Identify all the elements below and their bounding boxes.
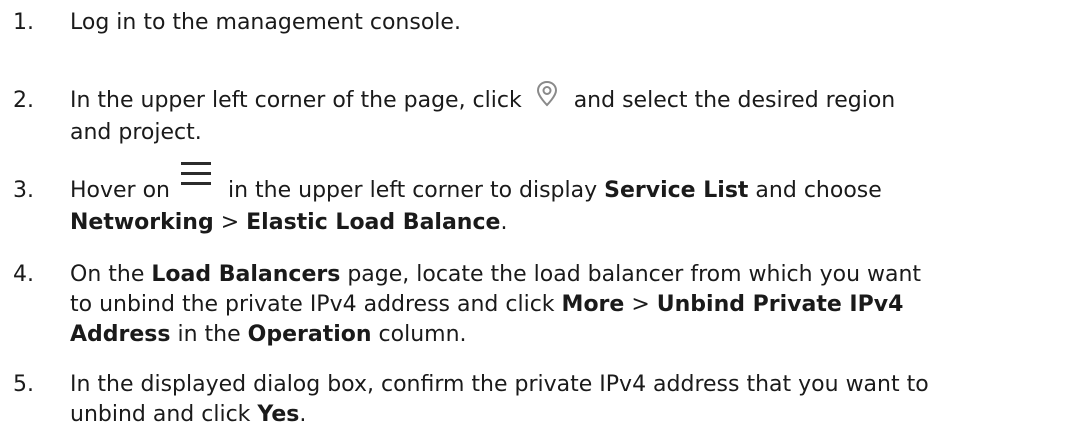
step-3-text-b: in the upper left corner to display: [221, 178, 605, 203]
networking-term: Networking: [70, 210, 214, 235]
step-text: In the displayed dialog box, confirm the…: [70, 370, 1070, 430]
step-number: 1.: [13, 10, 34, 35]
step-number: 3.: [13, 178, 34, 203]
step-number: 4.: [13, 262, 34, 287]
step-1-text: Log in to the management console.: [70, 10, 461, 35]
address-term: Address: [70, 322, 171, 347]
elastic-load-balance-term: Elastic Load Balance: [246, 210, 501, 235]
step-text: In the upper left corner of the page, cl…: [70, 80, 1070, 148]
yes-term: Yes: [257, 402, 300, 427]
step-3-text-a: Hover on: [70, 178, 177, 203]
step-line: unbind and click Yes.: [70, 400, 1070, 430]
step-line: In the upper left corner of the page, cl…: [70, 80, 1070, 118]
step-number: 5.: [13, 372, 34, 397]
step-5-text-b: unbind and click: [70, 402, 258, 427]
step-2-text-b: and select the desired region: [566, 88, 896, 113]
step-4-text-b: page, locate the load balancer from whic…: [340, 262, 922, 287]
step-2-text-c: and project.: [70, 120, 202, 145]
step-3-text-c: and choose: [748, 178, 882, 203]
step-line: to unbind the private IPv4 address and c…: [70, 290, 1070, 320]
step-4-text-c: to unbind the private IPv4 address and c…: [70, 292, 562, 317]
location-pin-icon: [529, 80, 567, 112]
step-5-text-a: In the displayed dialog box, confirm the…: [70, 372, 929, 397]
path-separator: >: [213, 210, 247, 235]
step-line: and project.: [70, 118, 1070, 148]
more-term: More: [561, 292, 625, 317]
step-4-text-a: On the: [70, 262, 152, 287]
step-4-text-d: in the: [170, 322, 248, 347]
step-line: In the displayed dialog box, confirm the…: [70, 370, 1070, 400]
step-line: On the Load Balancers page, locate the l…: [70, 260, 1070, 290]
operation-term: Operation: [247, 322, 372, 347]
step-4-text-e: column.: [371, 322, 467, 347]
step-text: On the Load Balancers page, locate the l…: [70, 260, 1070, 350]
step-text: Log in to the management console.: [70, 8, 1070, 38]
procedure-steps: 1. Log in to the management console. 2. …: [0, 0, 1076, 433]
step-line: Log in to the management console.: [70, 8, 1070, 38]
step-5-period: .: [299, 402, 307, 427]
step-text: Hover on in the upper left corner to dis…: [70, 162, 1070, 238]
step-2-text-a: In the upper left corner of the page, cl…: [70, 88, 529, 113]
step-line: Address in the Operation column.: [70, 320, 1070, 350]
unbind-private-ipv4-term: Unbind Private IPv4: [656, 292, 904, 317]
step-line: Networking > Elastic Load Balance.: [70, 208, 1070, 238]
step-number: 2.: [13, 88, 34, 113]
load-balancers-term: Load Balancers: [151, 262, 341, 287]
step-line: Hover on in the upper left corner to dis…: [70, 162, 1070, 208]
path-separator: >: [624, 292, 657, 317]
service-list-term: Service List: [604, 178, 749, 203]
hamburger-menu-icon: [177, 162, 221, 194]
step-3-period: .: [500, 210, 508, 235]
